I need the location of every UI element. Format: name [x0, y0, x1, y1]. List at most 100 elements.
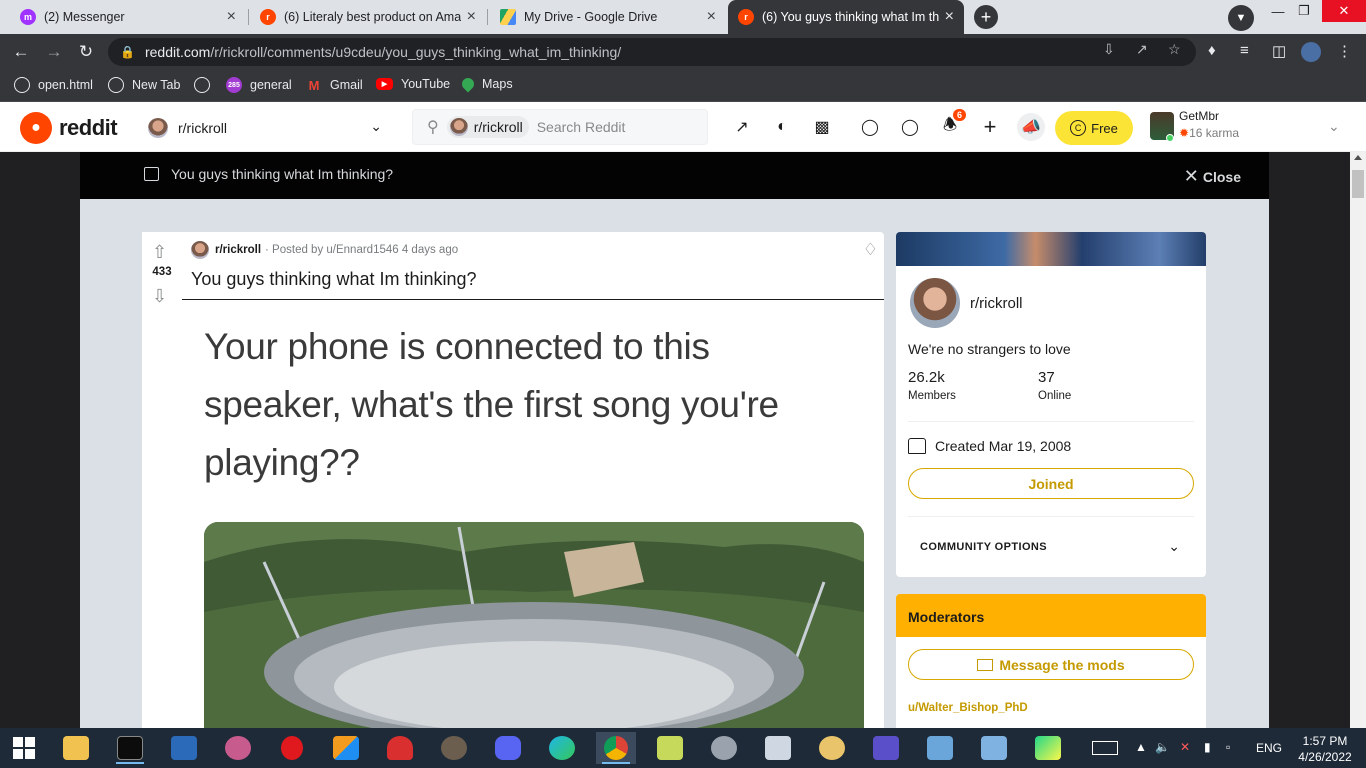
- paint-icon[interactable]: [812, 732, 852, 764]
- menu-kebab-icon[interactable]: ⋮: [1337, 42, 1352, 60]
- system-clock[interactable]: 1:57 PM 4/26/2022: [1290, 733, 1360, 765]
- bookmark-untitled[interactable]: [194, 77, 218, 93]
- tab-separator: [248, 9, 249, 25]
- extensions-icon[interactable]: ♦: [1208, 42, 1216, 59]
- close-window-button[interactable]: ✕: [1322, 0, 1366, 22]
- calculator-icon[interactable]: [866, 732, 906, 764]
- bookmark-gmail[interactable]: M Gmail: [306, 77, 363, 93]
- chevron-down-icon[interactable]: ⌄: [1168, 538, 1180, 555]
- community-avatar-large: [908, 276, 962, 330]
- profile-avatar[interactable]: [1301, 42, 1321, 62]
- snipping-tool-icon[interactable]: [218, 732, 258, 764]
- control-panel-icon[interactable]: [920, 732, 960, 764]
- coins-icon[interactable]: ▩: [810, 115, 834, 139]
- new-tab-button[interactable]: +: [974, 5, 998, 29]
- all-icon[interactable]: ◐: [770, 115, 794, 139]
- community-avatar[interactable]: [191, 241, 209, 259]
- edge-icon[interactable]: [542, 732, 582, 764]
- keyboard-icon[interactable]: [1092, 741, 1118, 755]
- telescope-speaker-graphic: [204, 522, 864, 729]
- forward-icon[interactable]: →: [43, 41, 65, 63]
- back-icon[interactable]: ←: [10, 41, 32, 63]
- post-subreddit-link[interactable]: r/rickroll: [215, 244, 261, 256]
- tab-search-button[interactable]: ▼: [1228, 5, 1254, 31]
- remote-desktop-icon[interactable]: [974, 732, 1014, 764]
- search-community-chip[interactable]: r/rickroll: [446, 116, 529, 138]
- chat-icon[interactable]: ◯: [898, 115, 922, 139]
- show-hidden-icons[interactable]: ▲: [1135, 740, 1147, 754]
- bookmark-open-html[interactable]: open.html: [14, 77, 93, 93]
- close-tab-icon[interactable]: ×: [707, 8, 716, 26]
- reading-list-icon[interactable]: ≡: [1240, 42, 1249, 59]
- powershell-icon[interactable]: [164, 732, 204, 764]
- post-card: ⇧ 433 ⇩ r/rickroll · Posted by u/Ennard1…: [142, 232, 884, 729]
- community-options-toggle[interactable]: COMMUNITY OPTIONS: [920, 541, 1047, 553]
- discord-icon[interactable]: [488, 732, 528, 764]
- volume-icon[interactable]: 🔈: [1155, 740, 1170, 754]
- downvote-icon[interactable]: ⇩: [152, 286, 167, 307]
- battery-icon[interactable]: ▮: [1204, 740, 1211, 754]
- moderator-link[interactable]: u/Walter_Bishop_PhD: [908, 702, 1028, 714]
- free-coins-button[interactable]: C Free: [1055, 111, 1133, 145]
- tab-google-drive[interactable]: My Drive - Google Drive ×: [490, 0, 726, 34]
- search-bar[interactable]: ⚲ r/rickroll: [412, 109, 708, 145]
- online-label: Online: [1038, 390, 1072, 402]
- post-image[interactable]: Your phone is connected to this speaker,…: [182, 299, 884, 729]
- image-post-icon: [144, 167, 159, 181]
- tab-messenger[interactable]: m (2) Messenger ×: [10, 0, 246, 34]
- page-scrollbar[interactable]: [1350, 152, 1366, 728]
- wifi-signal-icon[interactable]: ▫: [1226, 740, 1230, 754]
- scroll-thumb[interactable]: [1352, 170, 1364, 198]
- reddit-logo[interactable]: ● reddit: [20, 112, 118, 144]
- pycharm-icon[interactable]: [1028, 732, 1068, 764]
- close-overlay-button[interactable]: ✕ Close: [1184, 166, 1241, 187]
- bookmark-maps[interactable]: Maps: [459, 75, 513, 93]
- app-orange-blue-icon[interactable]: [326, 732, 366, 764]
- community-dropdown[interactable]: r/rickroll ⌄: [142, 112, 392, 144]
- install-icon[interactable]: ⇩: [1103, 41, 1115, 58]
- advertise-icon[interactable]: 📣: [1017, 113, 1045, 141]
- headphones-app-icon[interactable]: [380, 732, 420, 764]
- windows-start-icon[interactable]: [4, 732, 44, 764]
- speaker-app-icon[interactable]: [704, 732, 744, 764]
- bookmark-label: YouTube: [401, 77, 451, 91]
- opera-icon[interactable]: [272, 732, 312, 764]
- upvote-icon[interactable]: ⇧: [152, 242, 167, 263]
- create-post-icon[interactable]: +: [978, 114, 1002, 139]
- scroll-up-arrow[interactable]: [1354, 155, 1362, 160]
- share-icon[interactable]: ↗: [1136, 41, 1148, 58]
- bookmark-new-tab[interactable]: New Tab: [108, 77, 180, 93]
- search-input[interactable]: [536, 119, 687, 135]
- url-host: reddit.com: [144, 44, 211, 60]
- mod-shield-icon[interactable]: ◯: [858, 115, 882, 139]
- close-icon: ✕: [1183, 166, 1199, 186]
- close-tab-icon[interactable]: ×: [945, 8, 954, 26]
- reload-icon[interactable]: ↻: [75, 41, 97, 63]
- bookmark-star-icon[interactable]: ☆: [1168, 41, 1181, 58]
- bookmark-general[interactable]: 285 general: [226, 77, 292, 93]
- follow-post-bell-icon[interactable]: ♢: [863, 240, 878, 260]
- network-disconnected-icon[interactable]: ✕: [1180, 740, 1190, 754]
- gimp-icon[interactable]: [434, 732, 474, 764]
- members-stat: 26.2k Members: [908, 369, 956, 402]
- bookmark-youtube[interactable]: ▶ YouTube: [376, 77, 450, 91]
- performance-monitor-icon[interactable]: [758, 732, 798, 764]
- restore-button[interactable]: ❐: [1282, 0, 1326, 22]
- user-menu[interactable]: GetMbr ✹16 karma ⌄: [1148, 108, 1348, 146]
- close-tab-icon[interactable]: ×: [227, 8, 236, 26]
- chrome-icon[interactable]: [596, 732, 636, 764]
- message-mods-button[interactable]: Message the mods: [908, 649, 1194, 680]
- tab-rickroll-post[interactable]: r (6) You guys thinking what Im thi ×: [728, 0, 964, 34]
- command-prompt-icon[interactable]: [110, 732, 150, 764]
- joined-button[interactable]: Joined: [908, 468, 1194, 499]
- notification-bell-icon[interactable]: 🕭 6: [938, 109, 966, 139]
- sticky-notes-icon[interactable]: [650, 732, 690, 764]
- popular-icon[interactable]: ↗: [730, 115, 754, 139]
- address-bar[interactable]: 🔒 reddit.com/r/rickroll/comments/u9cdeu/…: [108, 38, 1196, 66]
- file-explorer-icon[interactable]: [56, 732, 96, 764]
- tab-amazon-post[interactable]: r (6) Literaly best product on Amaz ×: [250, 0, 486, 34]
- side-panel-icon[interactable]: ◫: [1272, 42, 1286, 60]
- close-tab-icon[interactable]: ×: [467, 8, 476, 26]
- community-name[interactable]: r/rickroll: [970, 295, 1023, 312]
- input-language[interactable]: ENG: [1256, 741, 1282, 755]
